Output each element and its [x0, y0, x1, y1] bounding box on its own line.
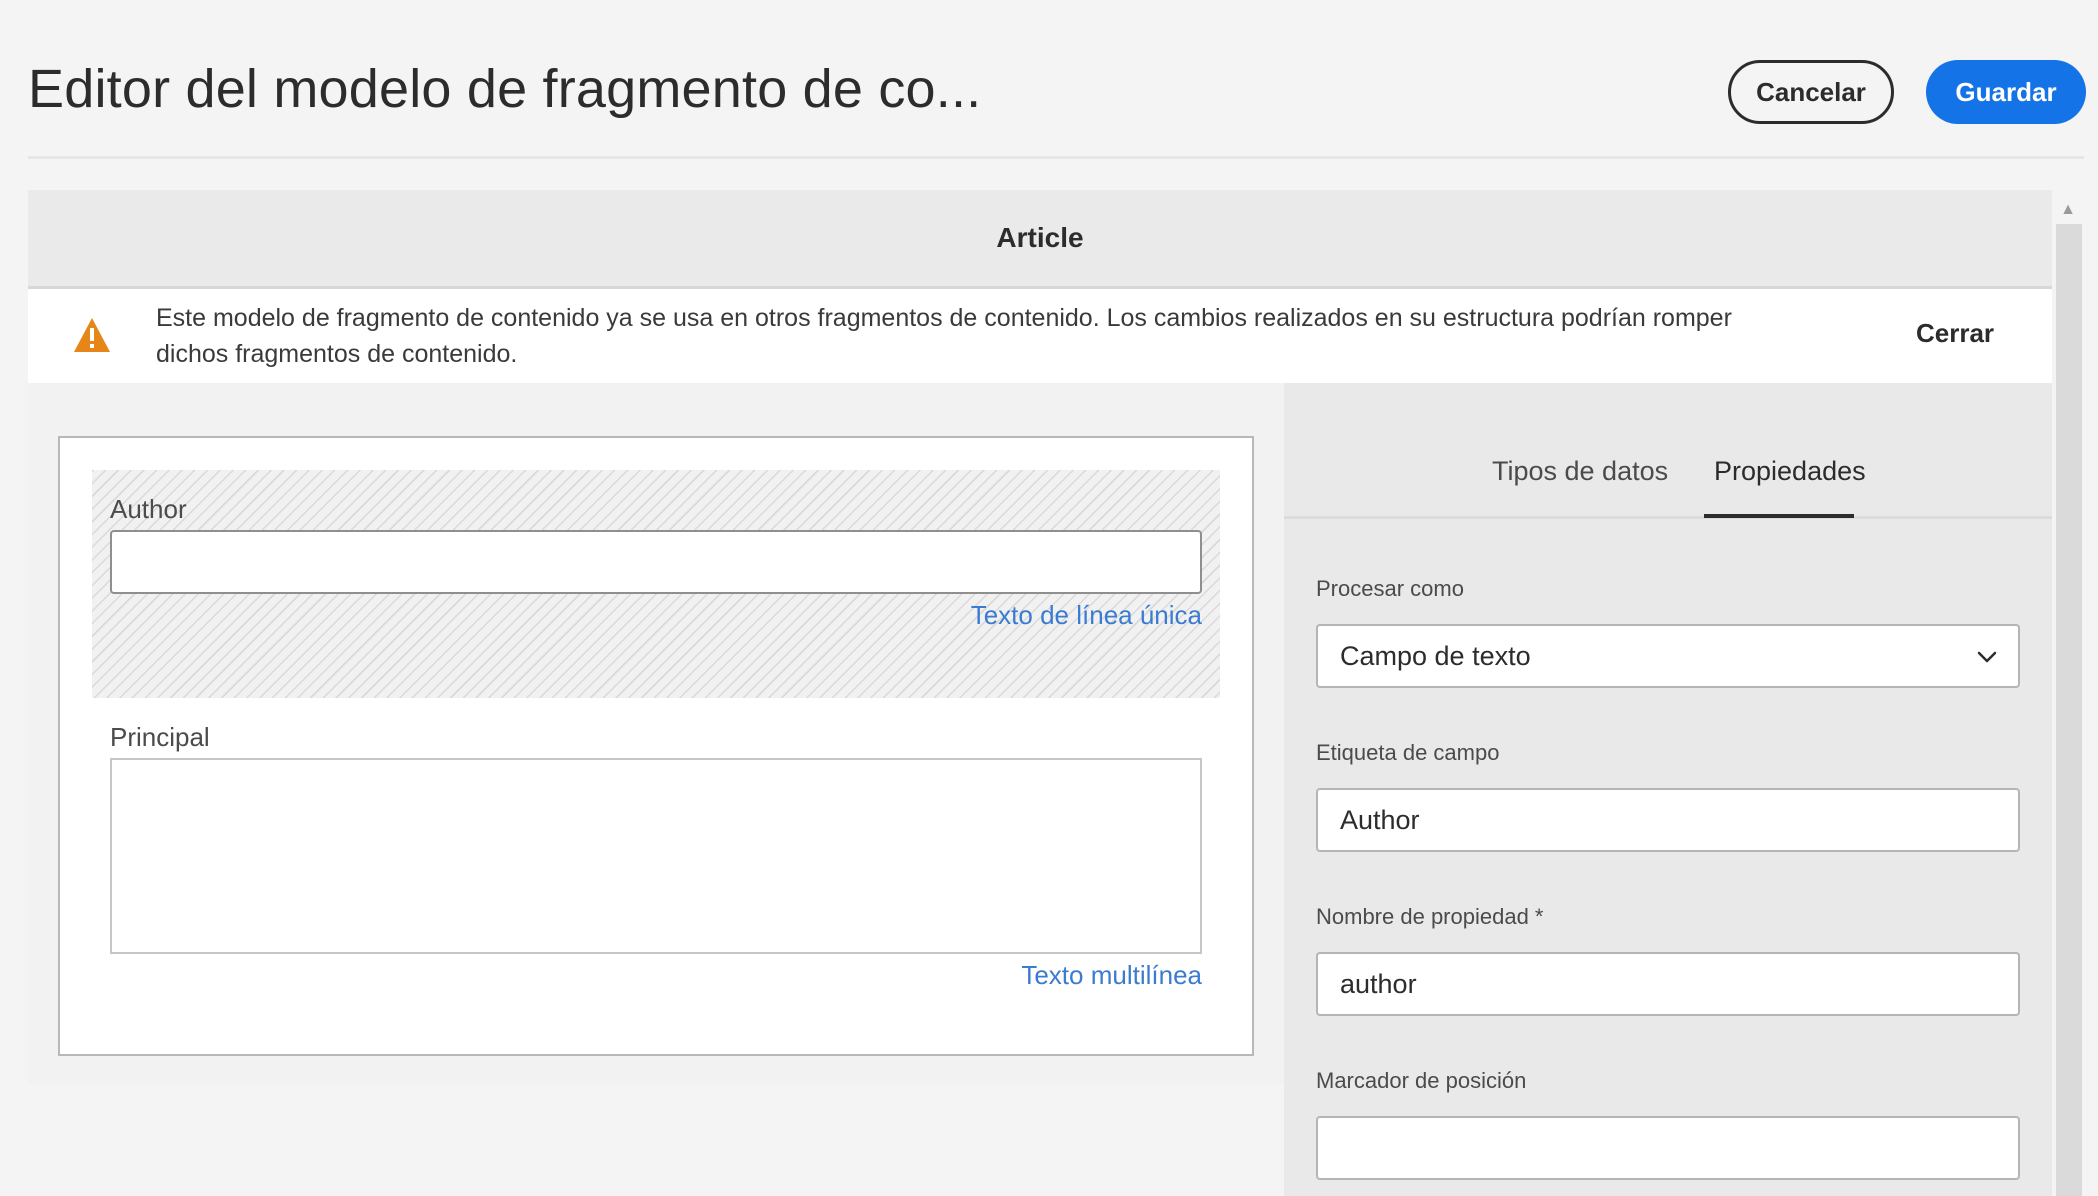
property-name-label: Nombre de propiedad *: [1316, 904, 1544, 929]
scroll-up-arrow-icon[interactable]: ▲: [2058, 200, 2078, 220]
principal-field-preview[interactable]: [110, 758, 1202, 954]
save-button[interactable]: Guardar: [1926, 60, 2086, 124]
tab-data-types[interactable]: Tipos de datos: [1492, 456, 1668, 487]
chevron-down-icon: [1977, 651, 1997, 663]
warning-close-button[interactable]: Cerrar: [1916, 318, 1994, 349]
render-as-label: Procesar como: [1316, 576, 1464, 601]
tabs-divider: [1284, 516, 2052, 519]
alert-triangle-icon: [74, 318, 110, 352]
author-field-preview[interactable]: [110, 530, 1202, 594]
author-field-type: Texto de línea única: [970, 600, 1202, 630]
header-divider: [28, 156, 2084, 159]
field-label-value: Author: [1340, 804, 1420, 835]
property-name-value: author: [1340, 968, 1417, 999]
page-title: Editor del modelo de fragmento de co...: [28, 59, 982, 119]
tab-properties[interactable]: Propiedades: [1714, 456, 1866, 487]
model-title: Article: [996, 222, 1084, 253]
property-name-input[interactable]: author: [1316, 952, 2020, 1016]
placeholder-label: Marcador de posición: [1316, 1068, 1527, 1093]
render-as-select[interactable]: Campo de texto: [1316, 624, 2020, 688]
author-field-label: Author: [110, 494, 187, 524]
principal-field-type: Texto multilínea: [1021, 960, 1202, 990]
field-label-input[interactable]: Author: [1316, 788, 2020, 852]
active-tab-indicator: [1704, 514, 1854, 518]
field-label-label: Etiqueta de campo: [1316, 740, 1500, 765]
placeholder-input[interactable]: [1316, 1116, 2020, 1180]
warning-message: Este modelo de fragmento de contenido ya…: [156, 304, 1732, 368]
cancel-button[interactable]: Cancelar: [1728, 60, 1894, 124]
render-as-value: Campo de texto: [1340, 640, 1531, 671]
principal-field-label: Principal: [110, 722, 210, 752]
vertical-scrollbar[interactable]: [2056, 224, 2082, 1196]
